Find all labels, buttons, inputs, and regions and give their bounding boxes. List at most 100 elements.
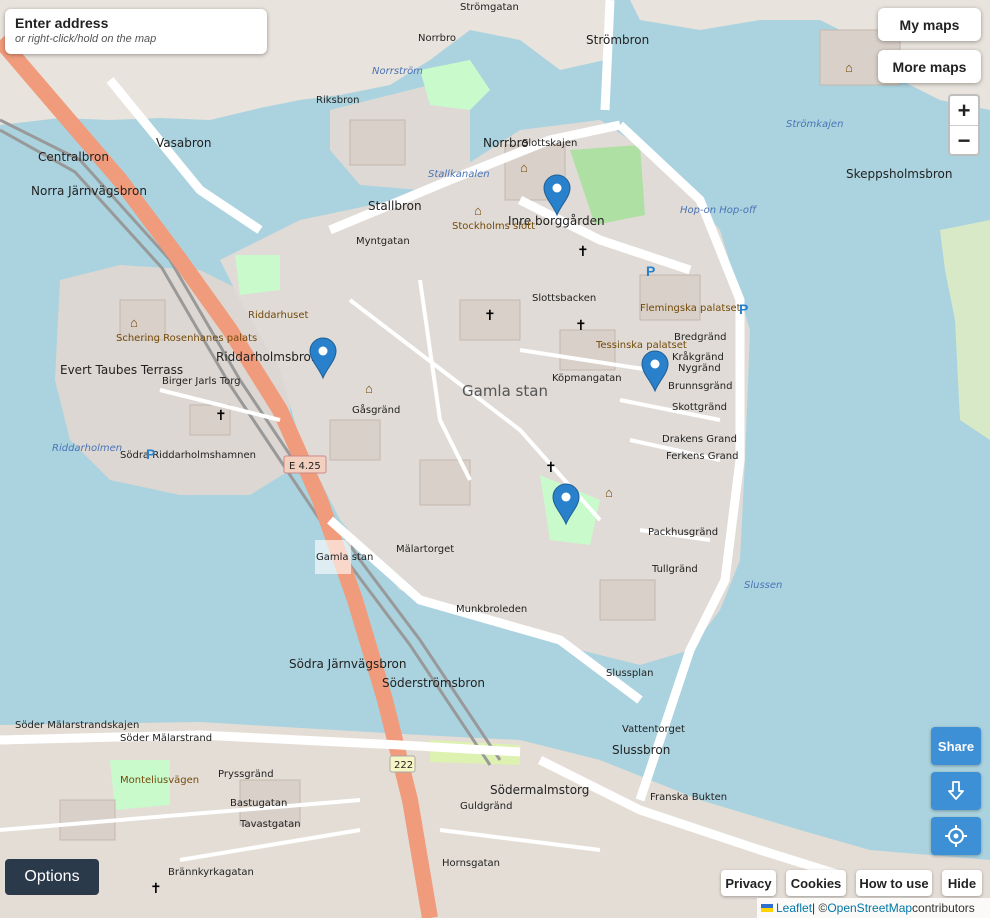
locate-button[interactable] [931,817,981,855]
label-drakens-grand: Drakens Grand [662,434,737,445]
label-bastugatan: Bastugatan [230,798,287,809]
label-packhusgrand: Packhusgränd [648,527,718,538]
my-maps-button[interactable]: My maps [878,8,981,41]
label-slottsbacken: Slottsbacken [532,293,596,304]
zoom-control: + − [948,94,980,156]
options-button[interactable]: Options [5,859,99,895]
label-bredgrand: Bredgränd [674,332,727,343]
svg-text:E 4.25: E 4.25 [289,461,321,472]
label-gamla-stan: Gamla stan [462,382,548,400]
label-malartorget: Mälartorget [396,544,454,555]
museum-icon: ⌂ [474,203,482,218]
search-title: Enter address [15,15,109,31]
label-skeppsholmsbron: Skeppsholmsbron [846,167,952,181]
label-hornsgatan: Hornsgatan [442,858,500,869]
label-norra-jarnvagsbron: Norra Järnvägsbron [31,184,147,198]
leaflet-link[interactable]: Leaflet [776,901,812,915]
label-stallbron: Stallbron [368,199,422,213]
label-soderstromsbron: Söderströmsbron [382,676,485,690]
church-icon: ✝ [484,307,496,323]
svg-text:222: 222 [394,760,413,771]
label-soder-malarstrand: Söder Mälarstrand [120,733,212,744]
parking-icon: P [739,301,748,317]
label-vattentorget: Vattentorget [622,724,685,735]
road-shield-222: 222 [389,755,416,773]
zoom-out-button[interactable]: − [950,126,978,155]
label-stromkajen: Strömkajen [786,119,843,130]
label-riddarhuset: Riddarhuset [248,310,309,321]
label-vasabron: Vasabron [156,136,211,150]
label-franska-bukten: Franska Bukten [650,792,727,803]
label-myntgatan: Myntgatan [356,236,410,247]
label-birger-jarls-torg: Birger Jarls Torg [162,376,241,387]
label-tullgrand: Tullgränd [651,564,698,575]
hide-button[interactable]: Hide [942,870,982,896]
attribution-suffix: contributors [912,901,975,915]
parking-icon: P [646,263,655,279]
label-kopmangatan: Köpmangatan [552,373,622,384]
crosshair-icon [945,825,967,847]
museum-icon: ⌂ [845,60,853,75]
label-brunnsgrand: Brunnsgränd [668,381,732,392]
attribution-separator: | © [812,901,828,915]
label-slussplan: Slussplan [606,668,653,679]
how-to-use-button[interactable]: How to use [856,870,932,896]
park-riddarhuset [235,255,280,295]
label-evert-taubes: Evert Taubes Terrass [60,363,183,377]
label-sodra-jarnvagsbron: Södra Järnvägsbron [289,657,406,671]
road-shield-e425: E 4.25 [283,455,327,474]
label-guldgrand: Guldgränd [460,801,513,812]
church-icon: ✝ [150,880,162,896]
label-slussbron: Slussbron [612,743,670,757]
download-arrow-icon [948,781,964,800]
label-tavastgatan: Tavastgatan [239,819,301,830]
privacy-button[interactable]: Privacy [721,870,776,896]
share-button[interactable]: Share [931,727,981,765]
label-monteliusvagen: Monteliusvägen [120,775,199,786]
zoom-in-button[interactable]: + [950,96,978,126]
museum-icon: ⌂ [130,315,138,330]
label-hop-on: Hop-on Hop-off [680,205,758,216]
parking-icon: P [146,446,155,462]
map-canvas[interactable]: Norrbro Strömbron Riksbron Strömgatan No… [0,0,990,918]
label-slottskajen: Slottskajen [522,138,577,149]
label-gasgrand: Gåsgränd [352,403,400,416]
label-riddarholmsbron: Riddarholmsbron [216,350,318,364]
label-slussen: Slussen [744,580,782,591]
label-nygrand: Nygränd [678,363,721,374]
label-riddarholmen: Riddarholmen [52,443,122,454]
church-icon: ✝ [545,459,557,475]
church-icon: ✝ [577,243,589,259]
label-norrstrom: Norrström [372,66,423,77]
label-strombron: Strömbron [586,33,649,47]
label-norrbro-top: Norrbro [418,33,456,44]
label-pryssgrand: Pryssgränd [218,769,274,780]
museum-icon: ⌂ [605,485,613,500]
label-centralbron: Centralbron [38,150,109,164]
label-skottgrand: Skottgränd [672,402,727,413]
cookies-button[interactable]: Cookies [786,870,846,896]
label-stockholms-slott: Stockholms slott [452,221,535,232]
label-brannkyrkagatan: Brännkyrkagatan [168,867,254,878]
download-button[interactable] [931,772,981,810]
label-munkbroleden: Munkbroleden [456,604,527,615]
label-soder-malarstrandskajen: Söder Mälarstrandskajen [15,720,139,731]
label-stallkanalen: Stallkanalen [428,169,490,180]
ukraine-flag-icon [761,904,773,912]
museum-icon: ⌂ [520,160,528,175]
label-flemingska: Flemingska palatset [640,303,741,314]
label-krakgrand: Kråkgränd [672,350,724,363]
label-riksbron: Riksbron [316,95,359,106]
label-sodra-riddarholmshamnen: Södra Riddarholmshamnen [120,450,256,461]
label-stromgatan: Strömgatan [460,2,519,13]
church-icon: ✝ [215,407,227,423]
address-search-box[interactable]: Enter address or right-click/hold on the… [5,9,267,54]
label-sodermalmstorg: Södermalmstorg [490,783,589,797]
label-ferkens-grand: Ferkens Grand [666,451,738,462]
more-maps-button[interactable]: More maps [878,50,981,83]
map-attribution: Leaflet | © OpenStreetMap contributors [757,898,990,918]
church-icon: ✝ [575,317,587,333]
museum-icon: ⌂ [365,381,373,396]
svg-text:Gamla stan: Gamla stan [316,552,373,563]
openstreetmap-link[interactable]: OpenStreetMap [827,901,912,915]
